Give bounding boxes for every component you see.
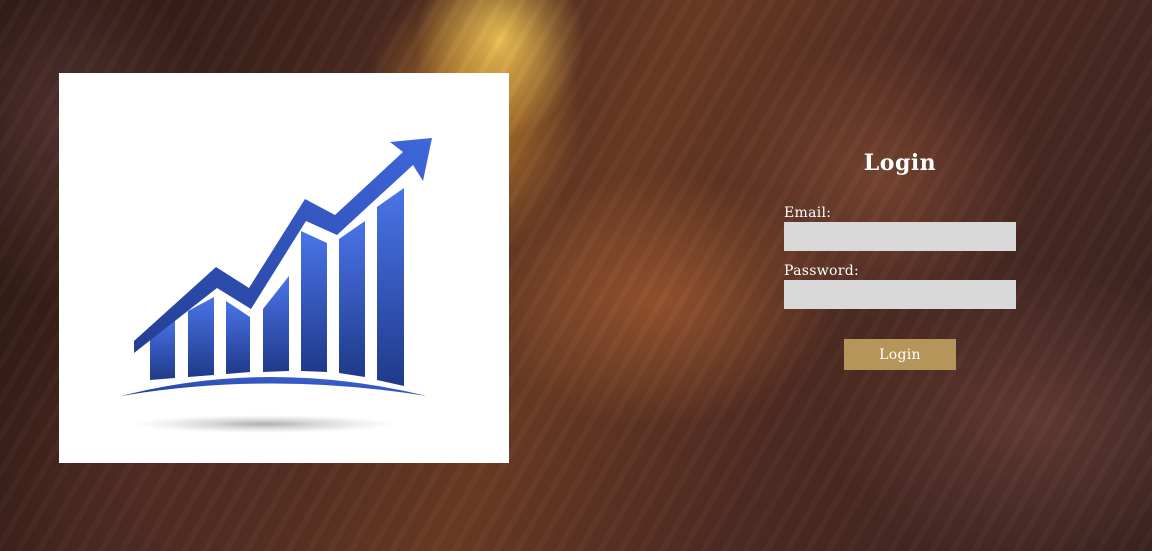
password-label: Password: — [784, 263, 859, 279]
chart-bar-7 — [377, 188, 404, 386]
chart-bar-3 — [226, 301, 250, 374]
growth-chart-icon — [121, 138, 432, 433]
password-field[interactable] — [784, 280, 1016, 309]
chart-bars — [150, 188, 404, 386]
chart-bar-5 — [301, 231, 327, 372]
chart-bar-4 — [263, 276, 289, 372]
logo-card — [59, 73, 509, 463]
login-title: Login — [863, 150, 937, 176]
submit-row: Login — [784, 339, 1016, 370]
login-form: Login Email: Password: Login — [784, 148, 1016, 370]
email-label: Email: — [784, 205, 832, 221]
chart-bar-6 — [339, 221, 365, 377]
chart-bar-2 — [188, 297, 214, 377]
logo-shadow — [134, 415, 394, 433]
login-button[interactable]: Login — [844, 339, 956, 370]
email-field[interactable] — [784, 222, 1016, 251]
